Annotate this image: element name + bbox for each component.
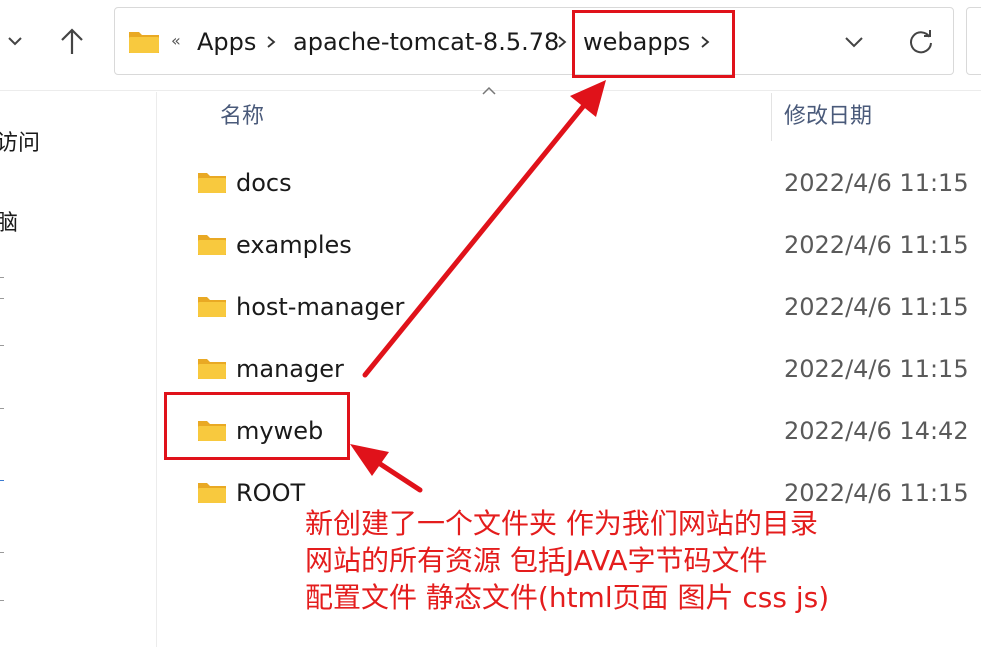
annotation-note: 新创建了一个文件夹 作为我们网站的目录 网站的所有资源 包括JAVA字节码文件 … [305,505,905,616]
highlight-box-myweb [164,392,350,460]
file-modified-date: 2022/4/6 11:15 [784,169,969,197]
file-modified-date: 2022/4/6 11:15 [784,355,969,383]
address-history-chevron-icon[interactable] [840,28,868,56]
recent-locations-chevron-icon[interactable] [2,26,28,56]
file-modified-date: 2022/4/6 11:15 [784,231,969,259]
breadcrumb-overflow-icon[interactable]: « [171,31,181,50]
folder-icon [198,297,226,317]
file-name: host-manager [236,293,405,321]
folder-icon [129,32,159,53]
folder-icon [198,359,226,379]
folder-icon [198,173,226,193]
sort-ascending-icon [482,86,496,95]
breadcrumb-separator-icon[interactable] [263,34,279,50]
sidebar-item-marker [0,600,4,601]
file-row-host-manager[interactable]: host-manager 2022/4/6 11:15 [190,284,970,330]
sidebar-item-marker [0,298,4,299]
sidebar-item-marker [0,277,4,278]
folder-icon [198,235,226,255]
file-modified-date: 2022/4/6 11:15 [784,293,969,321]
highlight-box-webapps [572,10,735,78]
file-modified-date: 2022/4/6 14:42 [784,417,969,445]
file-name: manager [236,355,344,383]
breadcrumb-item-apps[interactable]: Apps [197,26,256,58]
column-header-modified[interactable]: 修改日期 [784,102,872,132]
annotation-line: 配置文件 静态文件(html页面 图片 css js) [305,581,830,614]
up-arrow-icon[interactable] [56,24,88,58]
folder-icon [198,483,226,503]
file-name: examples [236,231,352,259]
annotation-line: 新创建了一个文件夹 作为我们网站的目录 [305,507,818,540]
sidebar-item-quick-access[interactable]: 访问 [0,130,40,158]
sidebar-item-this-pc[interactable]: 脑 [0,210,18,238]
file-row-manager[interactable]: manager 2022/4/6 11:15 [190,346,970,392]
refresh-icon[interactable] [905,26,937,58]
file-row-examples[interactable]: examples 2022/4/6 11:15 [190,222,970,268]
sidebar-item-marker [0,480,4,481]
breadcrumb-item-tomcat[interactable]: apache-tomcat-8.5.78 [293,26,559,58]
column-header-name[interactable]: 名称 [220,102,264,132]
sidebar-item-marker [0,345,4,346]
navigation-pane-divider[interactable] [156,92,157,647]
annotation-line: 网站的所有资源 包括JAVA字节码文件 [305,544,768,577]
file-name: ROOT [236,479,306,507]
file-name: docs [236,169,292,197]
sidebar-item-marker [0,552,4,553]
sidebar-item-marker [0,408,4,409]
search-input[interactable] [966,7,981,75]
file-row-docs[interactable]: docs 2022/4/6 11:15 [190,160,970,206]
breadcrumb-separator-icon[interactable] [554,34,570,50]
column-separator[interactable] [771,93,772,141]
